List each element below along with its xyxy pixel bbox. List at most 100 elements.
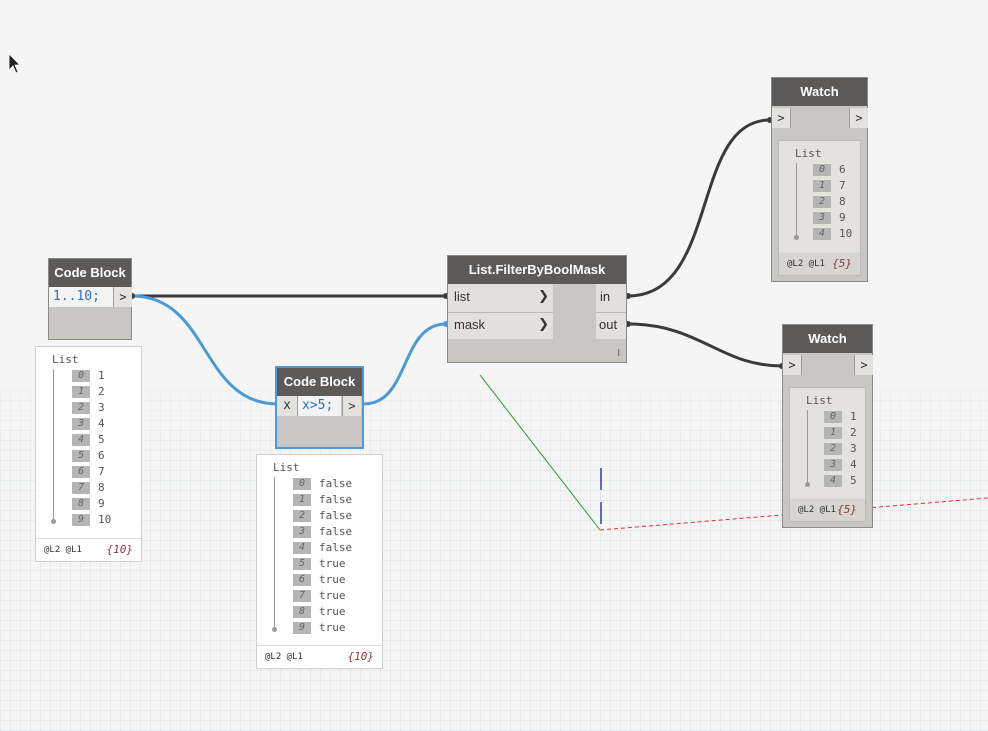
- port-label: in: [600, 289, 611, 304]
- list-index: 1: [293, 494, 311, 506]
- output-port-in[interactable]: in: [596, 284, 626, 313]
- item-count: {5}: [837, 503, 857, 516]
- list-value: true: [319, 589, 346, 602]
- list-item: 89: [72, 496, 111, 512]
- list-index: 6: [293, 574, 311, 586]
- list-index: 2: [824, 443, 842, 455]
- list-levels[interactable]: @L2 @L1: [265, 652, 303, 662]
- filter-by-bool-mask-node[interactable]: List.FilterByBoolMask list ❯ mask ❯ in o…: [447, 255, 627, 363]
- list-index: 1: [824, 427, 842, 439]
- preview-list-title: List: [52, 353, 79, 366]
- list-index: 9: [72, 514, 90, 526]
- list-index: 3: [824, 459, 842, 471]
- list-index: 0: [813, 164, 831, 176]
- input-port-arrow[interactable]: >: [783, 355, 802, 375]
- list-item: 8 true: [293, 604, 352, 620]
- list-item: 0 false: [293, 476, 352, 492]
- list-item: 45: [72, 432, 111, 448]
- preview-footer: @L2 @L1 {10}: [36, 538, 141, 561]
- list-value: 8: [839, 195, 846, 208]
- list-levels[interactable]: @L2 @L1: [787, 259, 825, 269]
- input-port-x[interactable]: x: [277, 396, 297, 416]
- preview-list-title: List: [806, 394, 833, 407]
- code-input[interactable]: 1..10;: [49, 287, 113, 307]
- list-value: 3: [850, 442, 857, 455]
- preview-footer: @L2 @L1 {5}: [779, 252, 860, 275]
- preview-rows: 0112233445: [824, 409, 857, 489]
- list-item: 34: [824, 457, 857, 473]
- chevron-right-icon: ❯: [538, 317, 549, 332]
- list-index: 1: [813, 180, 831, 192]
- list-value: 4: [98, 417, 105, 430]
- node-title[interactable]: Code Block: [277, 368, 362, 396]
- lacing-indicator[interactable]: l: [617, 349, 620, 359]
- list-index: 3: [293, 526, 311, 538]
- item-count: {10}: [347, 650, 375, 663]
- code-input[interactable]: x>5;: [297, 396, 341, 416]
- node-title[interactable]: Code Block: [49, 259, 131, 287]
- list-value: true: [319, 573, 346, 586]
- list-item: 4 false: [293, 540, 352, 556]
- list-index: 9: [293, 622, 311, 634]
- output-port-arrow[interactable]: >: [854, 355, 873, 375]
- list-item: 12: [72, 384, 111, 400]
- list-index: 4: [824, 475, 842, 487]
- preview-rows: 0 false 1 false 2 false 3 false 4 false 5 true 6 true…: [293, 476, 352, 636]
- list-value: 8: [98, 481, 105, 494]
- list-item: 12: [824, 425, 857, 441]
- list-item: 23: [72, 400, 111, 416]
- wire-in-to-watch1: [627, 118, 771, 298]
- code-block-node-2[interactable]: Code Block x x>5; >: [275, 366, 364, 449]
- preview-footer: @L2 @L1 {5}: [790, 498, 865, 521]
- list-item: 4 10: [813, 226, 852, 242]
- list-item: 28: [813, 194, 852, 210]
- node-title[interactable]: List.FilterByBoolMask: [448, 256, 626, 284]
- list-index: 8: [293, 606, 311, 618]
- watch-node-2[interactable]: Watch > > List 0112233445 @L2 @L1 {5}: [782, 324, 873, 528]
- list-value: 9: [839, 211, 846, 224]
- list-item: 01: [824, 409, 857, 425]
- list-value: 10: [839, 227, 853, 240]
- list-item: 9 10: [72, 512, 111, 528]
- list-index: 1: [72, 386, 90, 398]
- list-value: false: [319, 541, 353, 554]
- list-value: 9: [98, 497, 105, 510]
- list-index: 0: [824, 411, 842, 423]
- list-value: false: [319, 509, 353, 522]
- input-port-mask[interactable]: mask ❯: [448, 313, 553, 339]
- list-index: 5: [72, 450, 90, 462]
- preview-bubble-codeblock1: List 0 1 1 2 2 3 3 4 4 5 5 6 6 7 7 8 8 9 9 10 @L2 @L1 {10}: [35, 346, 142, 562]
- node-title[interactable]: Watch: [783, 325, 872, 353]
- preview-footer: @L2 @L1 {10}: [257, 645, 382, 668]
- list-value: 6: [98, 449, 105, 462]
- output-port-out[interactable]: out: [596, 313, 626, 339]
- input-port-arrow[interactable]: >: [772, 108, 791, 128]
- list-value: false: [319, 525, 353, 538]
- list-value: 5: [98, 433, 105, 446]
- list-index: 3: [813, 212, 831, 224]
- list-item: 39: [813, 210, 852, 226]
- code-block-node-1[interactable]: Code Block 1..10; >: [48, 258, 132, 340]
- preview-list-title: List: [273, 461, 300, 474]
- preview-rows: 0 1 1 2 2 3 3 4 4 5 5 6 6 7 7 8 8 9 9 10: [72, 368, 111, 528]
- node-title[interactable]: Watch: [772, 78, 867, 106]
- list-levels[interactable]: @L2 @L1: [44, 545, 82, 555]
- output-port-arrow[interactable]: >: [113, 287, 132, 307]
- list-levels[interactable]: @L2 @L1: [798, 505, 836, 515]
- port-label: mask: [454, 317, 486, 332]
- output-port-arrow[interactable]: >: [342, 396, 361, 416]
- output-port-arrow[interactable]: >: [849, 108, 868, 128]
- list-item: 78: [72, 480, 111, 496]
- list-value: 2: [850, 426, 857, 439]
- preview-list-title: List: [795, 147, 822, 160]
- list-item: 06: [813, 162, 852, 178]
- list-value: 4: [850, 458, 857, 471]
- item-count: {10}: [106, 543, 134, 556]
- list-index: 0: [293, 478, 311, 490]
- input-port-list[interactable]: list ❯: [448, 284, 553, 313]
- list-item: 6 true: [293, 572, 352, 588]
- list-value: 5: [850, 474, 857, 487]
- watch-preview: List 0 6 1 7 2 8 3 9 4 10 @L2 @L1 {5}: [778, 140, 861, 276]
- watch-node-1[interactable]: Watch > > List 0 6 1 7 2 8 3 9 4 10 @L2 @L1 {5}: [771, 77, 868, 282]
- list-value: 1: [850, 410, 857, 423]
